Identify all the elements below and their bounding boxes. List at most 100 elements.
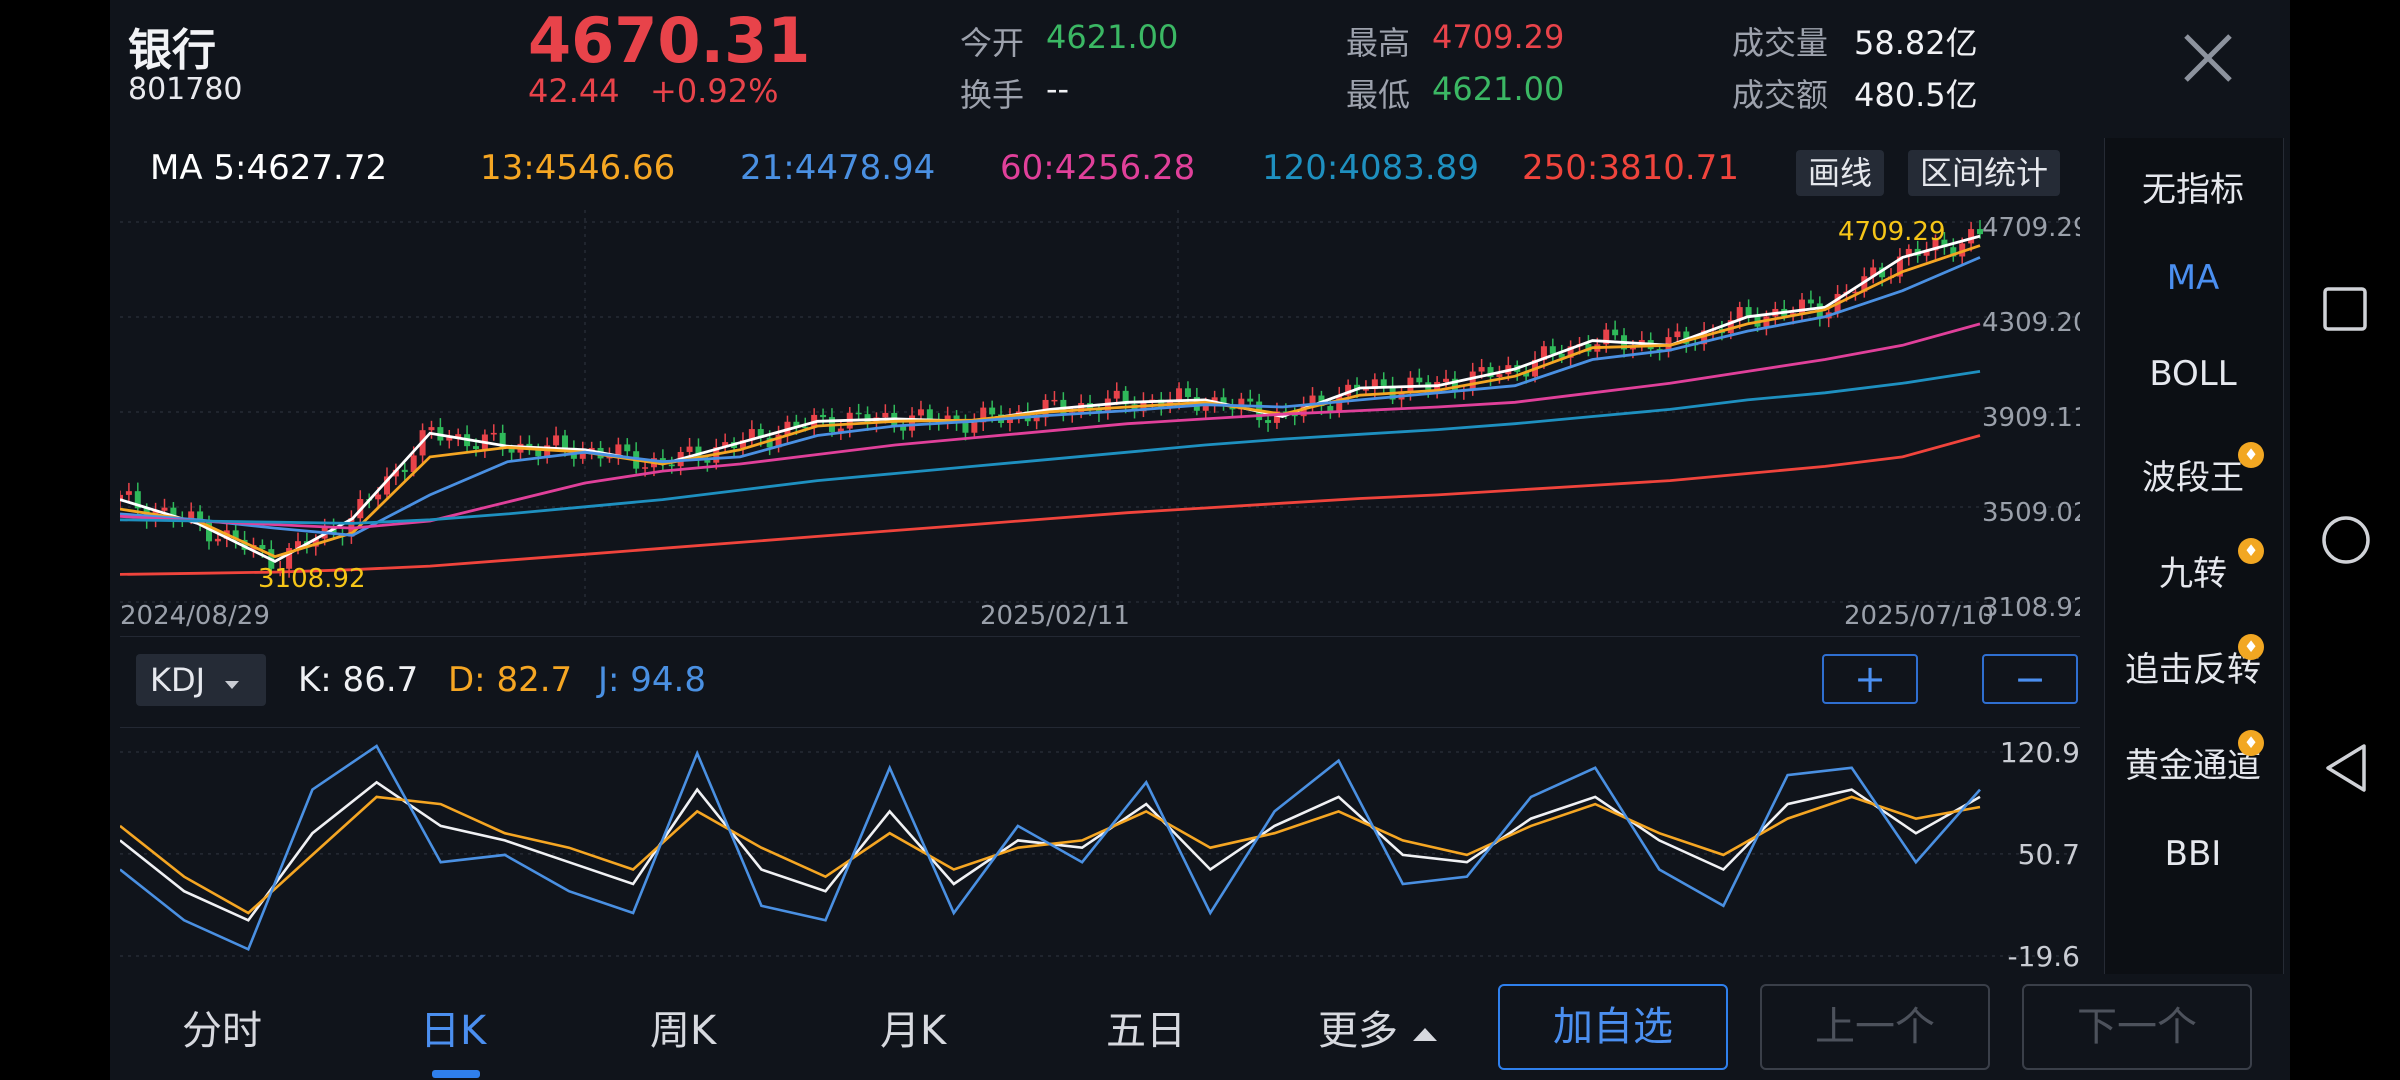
kdj-selector[interactable]: KDJ [136, 654, 266, 706]
amount-label: 成交额 [1732, 76, 1829, 114]
ma-line-ma60 [120, 322, 1981, 530]
high-label: 最高 [1346, 24, 1411, 62]
vip-badge-icon: ♦ [2238, 442, 2264, 468]
date-axis-label: 2025/07/10 [1844, 601, 1994, 630]
tab-daily-k[interactable]: 日K [420, 998, 486, 1056]
candle-body [989, 407, 996, 415]
indicator-item[interactable]: MA [2104, 258, 2282, 298]
kdj-d-value: D: 82.7 [448, 660, 573, 700]
volume-value: 58.82亿 [1854, 24, 1978, 62]
indicator-item[interactable]: 无指标 [2104, 162, 2282, 211]
candle-body [1380, 379, 1387, 386]
ma-line-ma21 [120, 256, 1981, 537]
candle-body [1496, 374, 1503, 378]
candle-body [882, 412, 889, 418]
kdj-j-value: J: 94.8 [598, 660, 706, 700]
candle-body [704, 460, 711, 463]
low-value: 4621.00 [1432, 70, 1565, 108]
caret-up-icon [1412, 1028, 1437, 1041]
candle-body [125, 491, 132, 495]
candle-body [1051, 399, 1058, 402]
ma-line-ma250 [120, 434, 1981, 576]
add-watchlist-button[interactable]: 加自选 [1498, 984, 1728, 1070]
volume-label: 成交量 [1732, 24, 1829, 62]
tab-more[interactable]: 更多 [1318, 998, 1439, 1056]
tab-five-day[interactable]: 五日 [1106, 998, 1186, 1056]
kdj-chart[interactable]: 120.9 50.7 -19.6 [120, 730, 2080, 970]
max-price-marker: 4709.29 [1838, 217, 1946, 247]
candle-body [686, 446, 693, 452]
ma60-value: 60:4256.28 [1000, 148, 1196, 188]
candle-body [1265, 420, 1272, 423]
ma5-value: MA 5:4627.72 [150, 148, 388, 188]
candle-body [917, 409, 924, 416]
ma250-value: 250:3810.71 [1522, 148, 1739, 188]
open-label: 今开 [960, 24, 1025, 62]
candle-body [1612, 329, 1619, 336]
kdj-k-value: K: 86.7 [298, 660, 419, 700]
ma-line-ma120 [120, 370, 1981, 525]
candle-body [855, 412, 862, 415]
candle-body [1416, 377, 1423, 383]
candle-body [624, 444, 631, 452]
stock-code: 801780 [128, 72, 243, 107]
prev-button[interactable]: 上一个 [1760, 984, 1990, 1070]
zoom-in-button[interactable]: + [1822, 654, 1918, 704]
ma13-value: 13:4546.66 [480, 148, 676, 188]
price-axis-label: 4309.20 [1982, 308, 2080, 338]
candle-body [1478, 367, 1485, 372]
recents-icon[interactable] [2322, 286, 2368, 332]
candle-body [642, 467, 649, 469]
candle-body [214, 538, 221, 542]
candle-body [1033, 417, 1040, 422]
amount-value: 480.5亿 [1854, 76, 1978, 114]
indicator-item[interactable]: BOLL [2104, 354, 2282, 394]
kdj-axis-label: -19.6 [2008, 940, 2080, 970]
kdj-d-line [120, 795, 1981, 915]
kline-chart[interactable]: 4709.29 4309.20 3909.11 3509.02 3108.92 4709.… [120, 210, 2080, 630]
back-icon[interactable] [2322, 742, 2370, 794]
price-change-pct: +0.92% [650, 72, 779, 110]
candle-body [1362, 389, 1369, 391]
next-button[interactable]: 下一个 [2022, 984, 2252, 1070]
low-label: 最低 [1346, 76, 1411, 114]
vip-badge-icon: ♦ [2238, 730, 2264, 756]
turnover-label: 换手 [960, 76, 1025, 114]
candle-body [428, 427, 435, 431]
price-axis-label: 4709.29 [1982, 213, 2080, 243]
zoom-out-button[interactable]: − [1982, 654, 2078, 704]
candle-body [1247, 398, 1254, 402]
candle-body [1745, 307, 1752, 317]
stock-name: 银行 [128, 25, 216, 76]
indicator-item[interactable]: BBI [2104, 834, 2282, 874]
candle-body [1407, 377, 1414, 393]
candle-body [1443, 378, 1450, 382]
tab-weekly-k[interactable]: 周K [650, 998, 716, 1056]
candle-body [1674, 331, 1681, 338]
candle-body [561, 435, 568, 448]
range-stats-button[interactable]: 区间统计 [1908, 150, 2061, 196]
candle-body [1113, 390, 1120, 399]
candle-body [820, 414, 827, 418]
vip-badge-icon: ♦ [2238, 634, 2264, 660]
candle-body [1968, 229, 1975, 244]
close-icon[interactable] [2176, 26, 2240, 90]
candle-body [668, 464, 675, 467]
active-tab-indicator [432, 1070, 480, 1078]
candle-body [490, 432, 497, 435]
candle-body [1336, 395, 1343, 412]
candle-body [553, 435, 560, 446]
left-screen-edge [0, 0, 110, 1080]
turnover-value: -- [1046, 70, 1070, 108]
candle-body [1176, 388, 1183, 401]
draw-line-button[interactable]: 画线 [1796, 150, 1885, 196]
kdj-axis-label: 120.9 [2000, 736, 2080, 769]
ma120-value: 120:4083.89 [1262, 148, 1479, 188]
home-icon[interactable] [2320, 514, 2372, 566]
tab-monthly-k[interactable]: 月K [880, 998, 946, 1056]
tab-more-label: 更多 [1318, 1008, 1398, 1054]
open-value: 4621.00 [1046, 18, 1179, 56]
high-value: 4709.29 [1432, 18, 1565, 56]
kdj-selector-label: KDJ [150, 661, 206, 699]
tab-intraday[interactable]: 分时 [182, 998, 262, 1056]
